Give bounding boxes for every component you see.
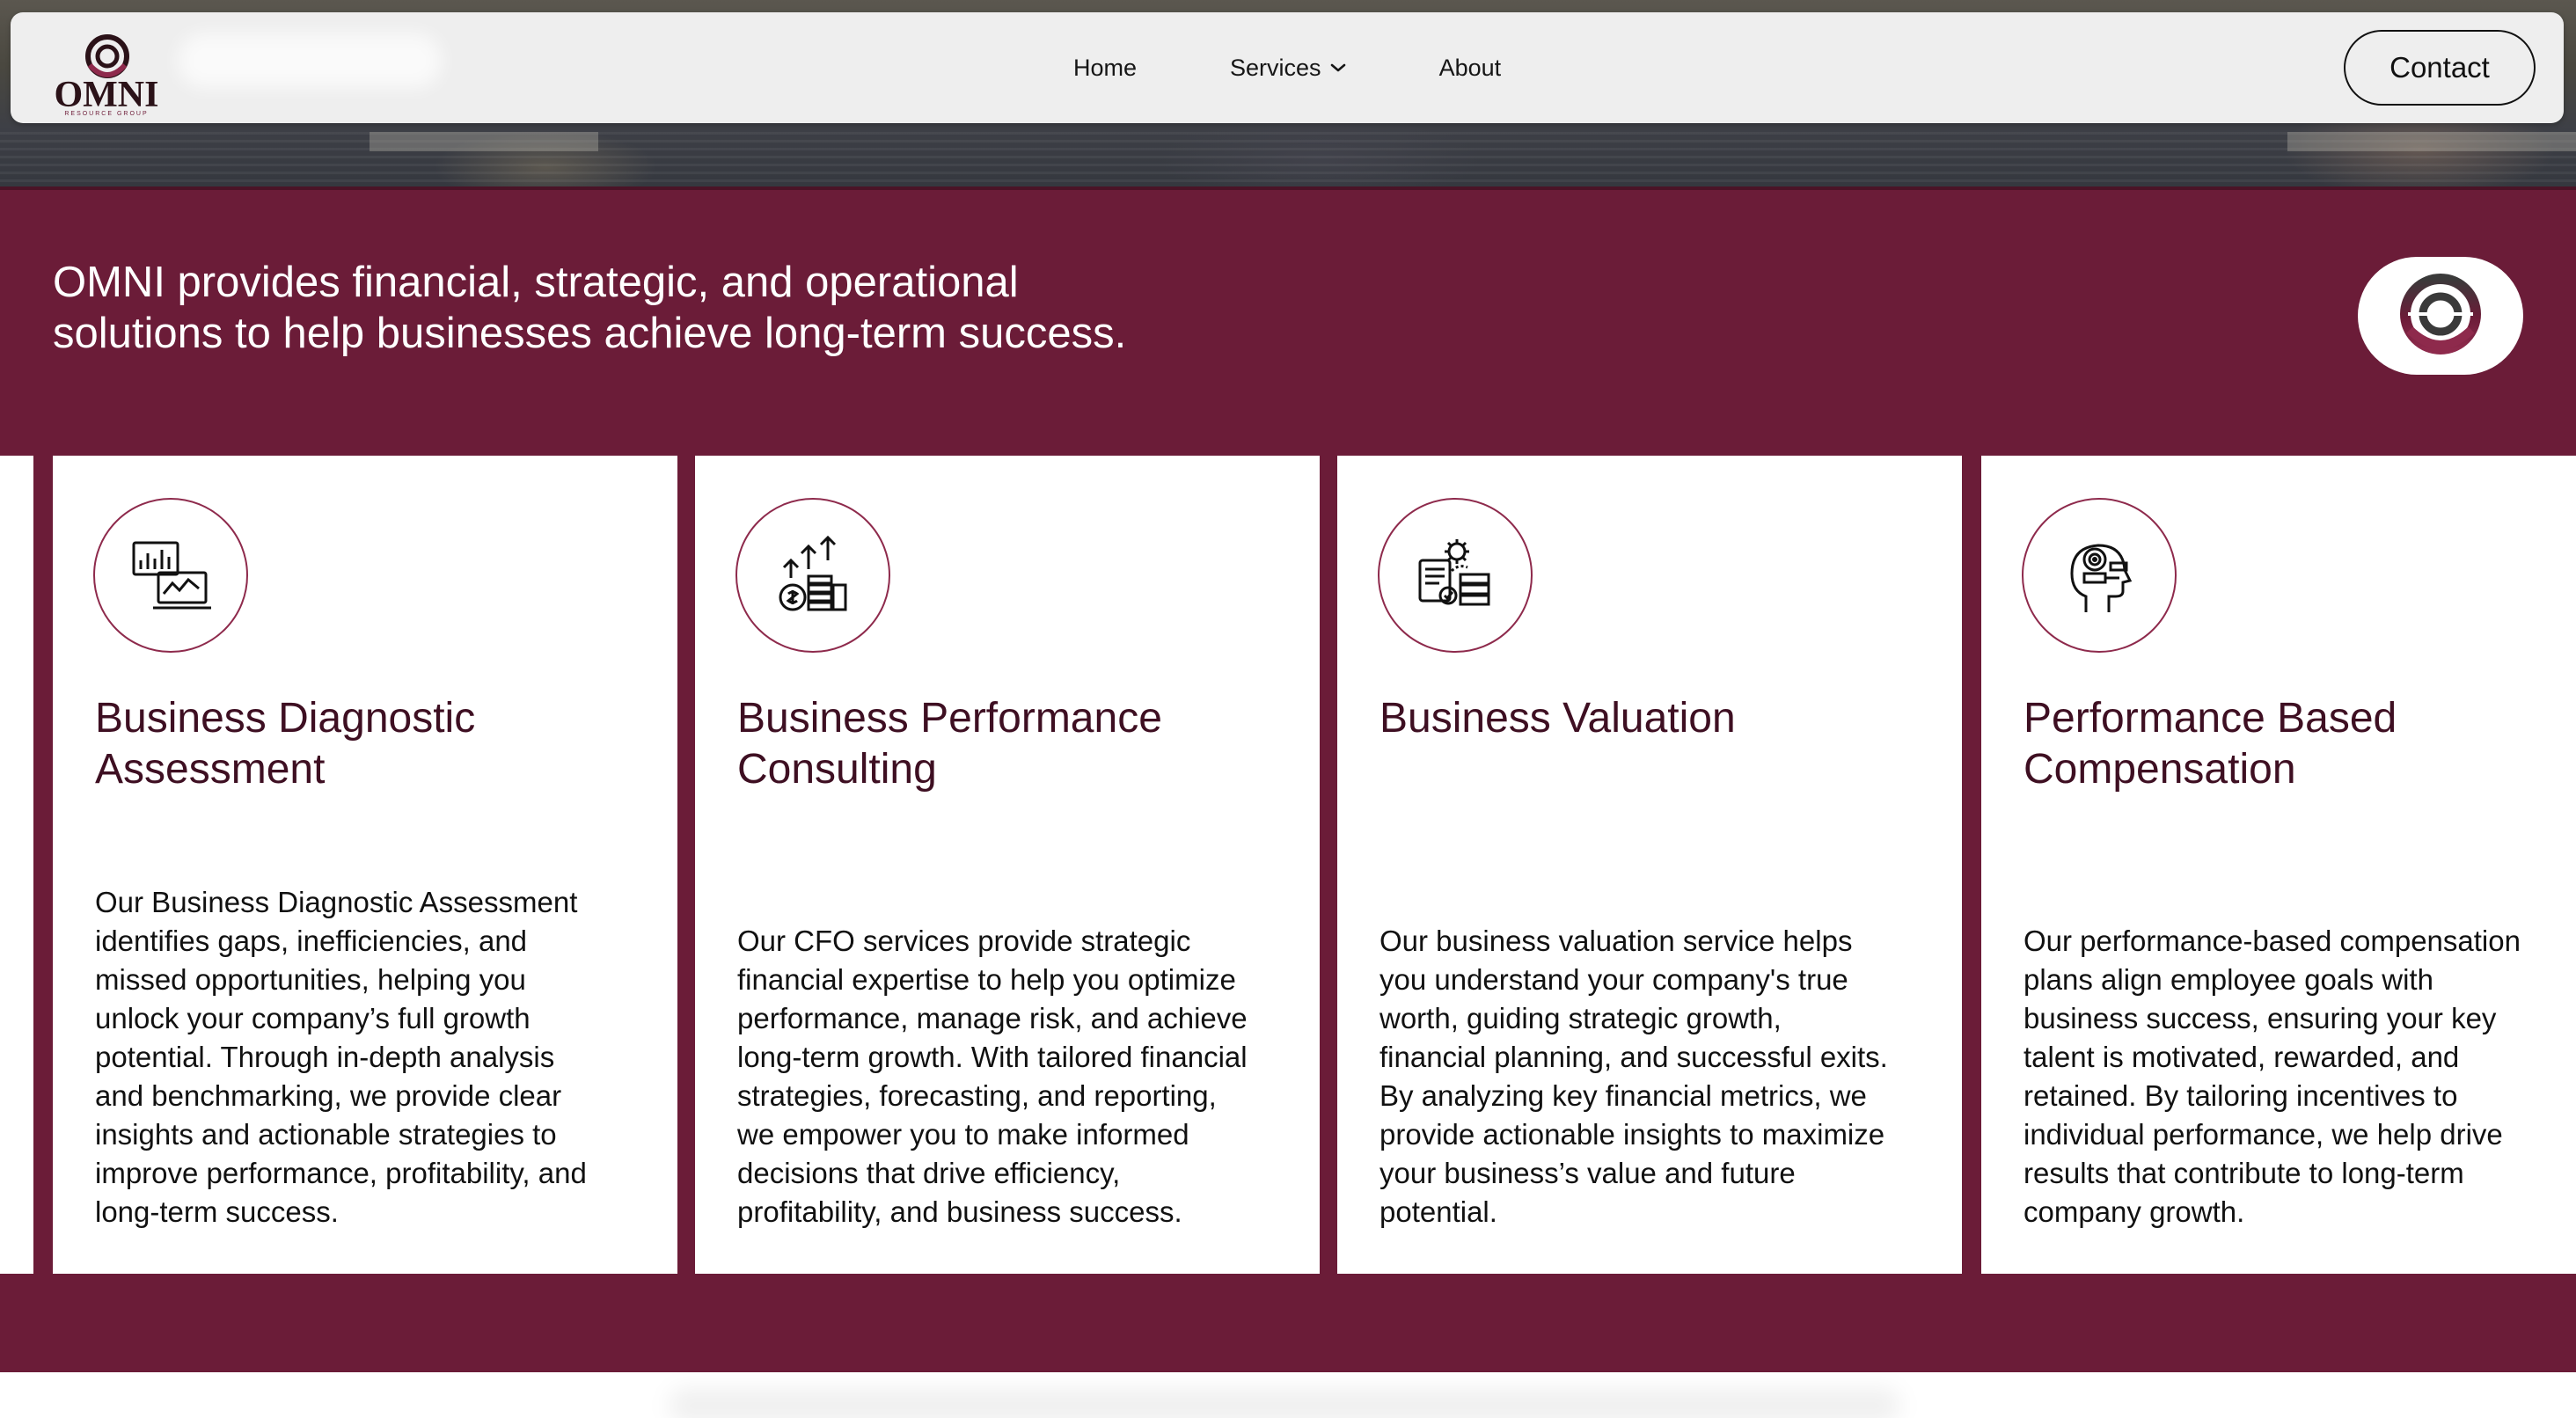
card-text-line: improve performance, profitability, and (95, 1157, 587, 1189)
dock-left (370, 132, 598, 151)
contact-button[interactable]: Contact (2344, 30, 2536, 106)
tagline-line-1: OMNI provides financial, strategic, and … (53, 259, 1019, 306)
card-icon-frame (1378, 498, 1533, 653)
nav-services[interactable]: Services (1230, 55, 1346, 82)
growth-coins-icon (779, 535, 847, 611)
card-text-line: Our CFO services provide strategic (737, 925, 1191, 957)
logo-badge (2358, 257, 2523, 375)
card-text-line: By analyzing key financial metrics, we (1379, 1079, 1867, 1112)
brand-wordmark: OMNI (54, 75, 159, 115)
card-text-line: decisions that drive efficiency, (737, 1157, 1121, 1189)
card-description: Our business valuation service helps you… (1379, 922, 1943, 1232)
card-text-line: identifies gaps, inefficiencies, and (95, 925, 528, 957)
card-title-line-1: Business Valuation (1379, 695, 1736, 742)
card-title-line-2: Compensation (2023, 746, 2296, 793)
card-text-line: provide actionable insights to maximize (1379, 1118, 1885, 1151)
dock-right (2287, 132, 2576, 151)
card-text-line: long-term success. (95, 1195, 339, 1228)
card-icon-frame (2022, 498, 2177, 653)
card-text-line: retained. By tailoring incentives to (2023, 1079, 2458, 1112)
service-card-valuation[interactable]: Business Valuation Our business valuatio… (1337, 456, 1962, 1274)
card-text-line: missed opportunities, helping you (95, 963, 526, 996)
card-icon-frame (93, 498, 248, 653)
card-text-line: profitability, and business success. (737, 1195, 1182, 1228)
card-text-line: your business’s value and future (1379, 1157, 1796, 1189)
card-text-line: Our performance-based compensation (2023, 925, 2521, 957)
card-title: Performance Based Compensation (2023, 693, 2576, 795)
card-title-line-2: Consulting (737, 746, 937, 793)
nav-home-label: Home (1073, 54, 1138, 81)
service-card-performance-consulting[interactable]: Business Performance Consulting Our CFO … (695, 456, 1320, 1274)
nav-home[interactable]: Home (1073, 55, 1137, 82)
card-text-line: financial expertise to help you optimize (737, 963, 1236, 996)
nav-menu: Home Services About (1073, 12, 1594, 123)
analytics-dashboard-icon (132, 541, 211, 610)
nav-about[interactable]: About (1439, 55, 1502, 82)
brand-logo[interactable]: OMNI RESOURCE GROUP (40, 25, 172, 117)
brand-subtitle: RESOURCE GROUP (64, 111, 149, 117)
head-target-icon (2070, 544, 2133, 612)
card-title: Business Valuation (1379, 693, 1943, 744)
card-title-line-1: Business Performance (737, 695, 1162, 742)
card-text-line: strategies, forecasting, and reporting, (737, 1079, 1217, 1112)
service-card-compensation[interactable]: Performance Based Compensation Our perfo… (1981, 456, 2576, 1274)
card-description: Our performance-based compensation plans… (2023, 922, 2576, 1232)
card-title: Business Performance Consulting (737, 693, 1300, 795)
band-divider (0, 186, 2576, 190)
card-text-line: results that contribute to long-term (2023, 1157, 2464, 1189)
card-text-line: you understand your company's true (1379, 963, 1848, 996)
carousel-edge-card (0, 456, 33, 1274)
card-text-line: company growth. (2023, 1195, 2245, 1228)
card-text-line: talent is motivated, rewarded, and (2023, 1041, 2460, 1073)
card-title: Business Diagnostic Assessment (95, 693, 658, 795)
card-text-line: worth, guiding strategic growth, (1379, 1002, 1782, 1034)
card-text-line: Our business valuation service helps (1379, 925, 1853, 957)
omni-rings-icon (2400, 274, 2481, 354)
card-text-line: performance, manage risk, and achieve (737, 1002, 1248, 1034)
card-icon-frame (735, 498, 890, 653)
navbar: OMNI RESOURCE GROUP Home Services About … (11, 12, 2564, 123)
card-description: Our CFO services provide strategic finan… (737, 922, 1300, 1232)
service-card-diagnostic[interactable]: Business Diagnostic Assessment Our Busin… (53, 456, 677, 1274)
nav-about-label: About (1438, 54, 1502, 81)
footer-shadow (669, 1388, 1900, 1418)
card-text-line: individual performance, we help drive (2023, 1118, 2503, 1151)
hero-tagline: OMNI provides financial, strategic, and … (53, 257, 1372, 359)
card-title-line-1: Business Diagnostic (95, 695, 476, 742)
chevron-down-icon (1330, 63, 1345, 72)
nav-blurred-region (178, 33, 442, 88)
card-text-line: insights and actionable strategies to (95, 1118, 557, 1151)
card-text-line: potential. (1379, 1195, 1497, 1228)
valuation-report-icon (1418, 539, 1490, 606)
card-text-line: financial planning, and successful exits… (1379, 1041, 1888, 1073)
card-text-line: potential. Through in-depth analysis (95, 1041, 555, 1073)
nav-services-label: Services (1230, 54, 1321, 81)
card-title-line-2: Assessment (95, 746, 326, 793)
card-title-line-1: Performance Based (2023, 695, 2397, 742)
card-text-line: unlock your company’s full growth (95, 1002, 531, 1034)
card-text-line: plans align employee goals with (2023, 963, 2433, 996)
card-text-line: and benchmarking, we provide clear (95, 1079, 562, 1112)
tagline-line-2: solutions to help businesses achieve lon… (53, 310, 1127, 357)
card-text-line: we empower you to make informed (737, 1118, 1189, 1151)
card-text-line: long-term growth. With tailored financia… (737, 1041, 1248, 1073)
card-text-line: Our Business Diagnostic Assessment (95, 886, 578, 918)
card-description: Our Business Diagnostic Assessment ident… (95, 883, 658, 1232)
card-text-line: business success, ensuring your key (2023, 1002, 2497, 1034)
